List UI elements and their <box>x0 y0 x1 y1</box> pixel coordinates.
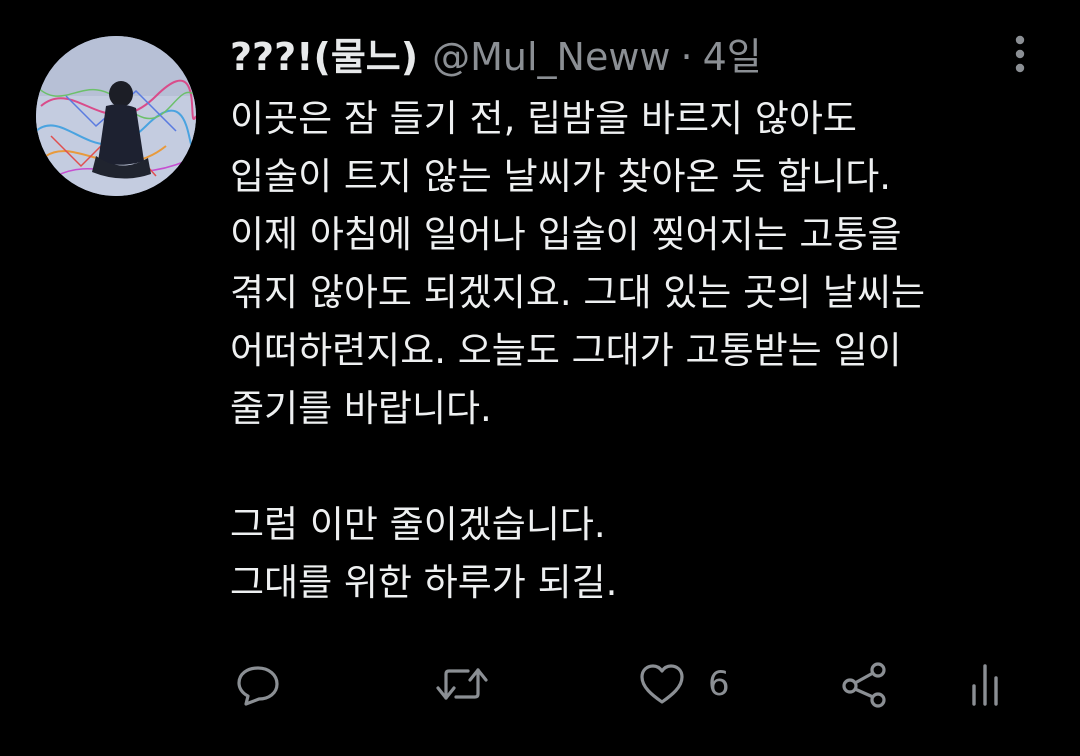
reply-button[interactable] <box>234 656 282 712</box>
tweet[interactable]: ???!(물느) @Mul_Neww · 4일 이곳은 잠 들기 전, 립밤을 … <box>0 0 1080 756</box>
retweet-button[interactable] <box>434 656 490 712</box>
tweet-text-line: 줄기를 바랍니다. <box>230 387 492 430</box>
more-vertical-icon <box>1015 35 1025 73</box>
tweet-text-line: 이제 아침에 일어나 입술이 찢어지는 고통을 <box>230 213 902 256</box>
like-icon <box>640 664 684 704</box>
reply-icon <box>237 666 279 706</box>
like-button[interactable]: 6 <box>638 656 730 712</box>
analytics-button[interactable] <box>966 656 1006 712</box>
display-name[interactable]: ???!(물느) <box>230 32 418 82</box>
tweet-text: 이곳은 잠 들기 전, 립밤을 바르지 않아도 입술이 트지 않는 날씨가 찾아… <box>230 90 1050 612</box>
avatar[interactable] <box>36 36 196 196</box>
like-count: 6 <box>708 664 730 704</box>
tweet-text-line: 그럼 이만 줄이겠습니다. <box>230 503 606 546</box>
tweet-text-line: 겪지 않아도 되겠지요. 그대 있는 곳의 날씨는 <box>230 271 926 314</box>
retweet-icon <box>436 668 488 700</box>
user-handle[interactable]: @Mul_Neww <box>432 32 670 82</box>
tweet-text-line: 그대를 위한 하루가 되길. <box>230 561 618 604</box>
share-button[interactable] <box>840 656 890 712</box>
analytics-icon <box>972 664 998 706</box>
tweet-text-line: 어떠하련지요. 오늘도 그대가 고통받는 일이 <box>230 329 902 372</box>
separator-dot: · <box>680 35 693 79</box>
avatar-image <box>36 36 196 196</box>
tweet-header: ???!(물느) @Mul_Neww · 4일 <box>230 32 762 82</box>
tweet-text-line: 입술이 트지 않는 날씨가 찾아온 듯 합니다. <box>230 155 892 198</box>
share-icon <box>842 662 886 708</box>
tweet-text-line: 이곳은 잠 들기 전, 립밤을 바르지 않아도 <box>230 97 857 140</box>
timestamp[interactable]: 4일 <box>703 32 762 82</box>
more-options-button[interactable] <box>1004 34 1036 74</box>
